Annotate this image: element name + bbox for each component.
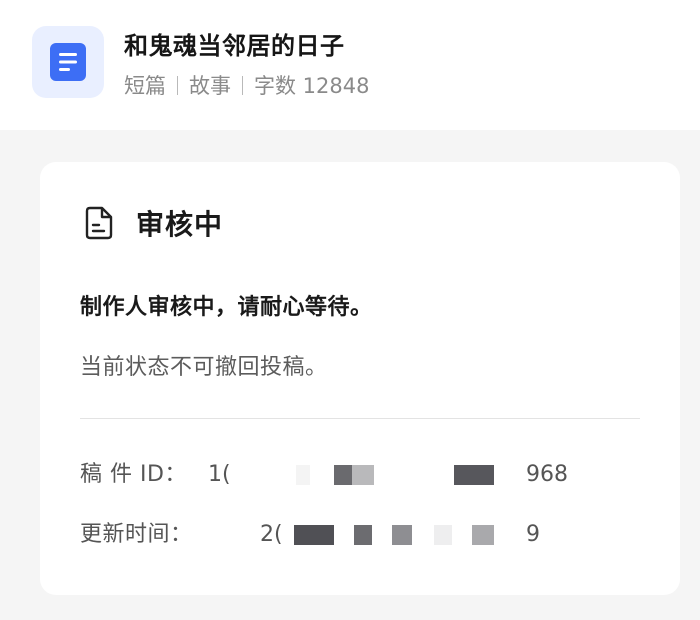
category: 故事: [189, 74, 231, 98]
redaction-block: [454, 465, 494, 485]
word-count: 字数 12848: [254, 74, 370, 98]
manuscript-id-suffix: 968: [526, 462, 568, 487]
review-status-card: 审核中 制作人审核中，请耐心等待。 当前状态不可撤回投稿。 稿 件 ID： 1(…: [40, 162, 680, 595]
redaction-block: [434, 525, 452, 545]
meta-separator: [177, 75, 178, 95]
redaction-block: [294, 525, 334, 545]
withdraw-note: 当前状态不可撤回投稿。: [80, 355, 328, 380]
document-icon-tile: [32, 26, 104, 98]
document-icon: [50, 43, 86, 81]
review-message: 制作人审核中，请耐心等待。: [80, 295, 373, 320]
manuscript-id-prefix: 1(: [208, 462, 231, 487]
redaction-block: [472, 525, 494, 545]
redaction-block: [392, 525, 412, 545]
update-time-suffix: 9: [526, 522, 540, 547]
divider: [80, 418, 640, 419]
file-text-icon: [85, 206, 113, 240]
update-time-prefix: 2(: [260, 522, 283, 547]
redaction-block: [352, 465, 374, 485]
manuscript-title: 和鬼魂当邻居的日子: [124, 32, 345, 60]
status-title: 审核中: [136, 208, 224, 241]
redaction-block: [296, 465, 310, 485]
manuscript-meta: 短篇 故事 字数 12848: [124, 70, 369, 100]
redaction-block: [334, 465, 352, 485]
meta-separator: [242, 75, 243, 95]
update-time-label: 更新时间：: [80, 522, 193, 547]
redaction-block: [354, 525, 372, 545]
manuscript-id-label: 稿 件 ID：: [80, 462, 187, 487]
manuscript-header: 和鬼魂当邻居的日子 短篇 故事 字数 12848: [0, 0, 700, 130]
length-type: 短篇: [124, 74, 166, 98]
